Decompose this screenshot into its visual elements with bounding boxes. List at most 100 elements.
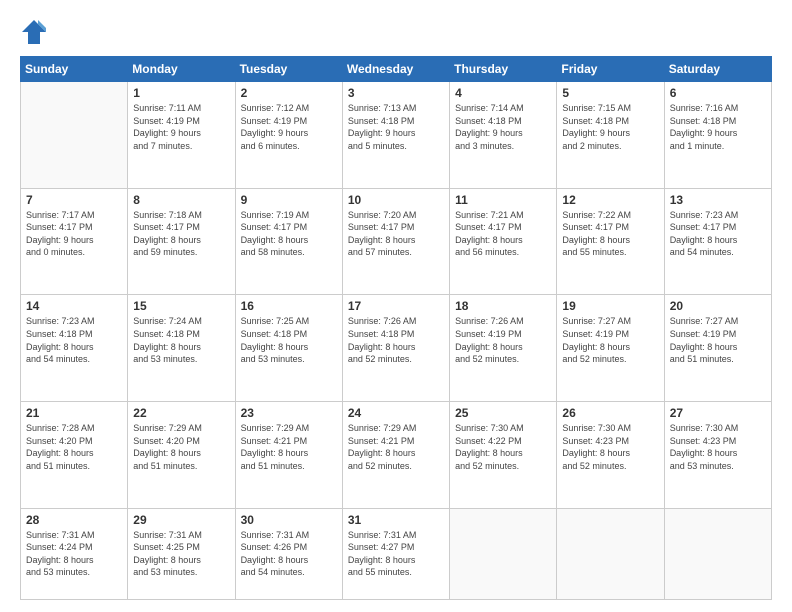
calendar-cell: 21Sunrise: 7:28 AM Sunset: 4:20 PM Dayli… [21,401,128,508]
calendar-cell: 15Sunrise: 7:24 AM Sunset: 4:18 PM Dayli… [128,295,235,402]
day-number: 6 [670,86,766,100]
day-info: Sunrise: 7:19 AM Sunset: 4:17 PM Dayligh… [241,209,337,259]
header [20,18,772,46]
calendar-cell: 6 Sunrise: 7:16 AM Sunset: 4:18 PM Daylig… [664,82,771,189]
day-info: Sunrise: 7:31 AM Sunset: 4:26 PM Dayligh… [241,529,337,579]
day-info: Sunrise: 7:31 AM Sunset: 4:27 PM Dayligh… [348,529,444,579]
day-info: Sunrise: 7:16 AM Sunset: 4:18 PM Dayligh… [670,102,766,152]
day-number: 7 [26,193,122,207]
calendar-cell: 11 Sunrise: 7:21 AM Sunset: 4:17 PM Dayli… [450,188,557,295]
day-info: Sunrise: 7:31 AM Sunset: 4:25 PM Dayligh… [133,529,229,579]
day-info: Sunrise: 7:22 AM Sunset: 4:17 PM Dayligh… [562,209,658,259]
day-number: 29 [133,513,229,527]
calendar-weekday-header: Wednesday [342,57,449,82]
calendar-cell: 2 Sunrise: 7:12 AM Sunset: 4:19 PM Daylig… [235,82,342,189]
calendar-table: SundayMondayTuesdayWednesdayThursdayFrid… [20,56,772,600]
calendar-cell [450,508,557,599]
calendar-cell: 13 Sunrise: 7:23 AM Sunset: 4:17 PM Dayli… [664,188,771,295]
calendar-cell: 25Sunrise: 7:30 AM Sunset: 4:22 PM Dayli… [450,401,557,508]
calendar-cell: 20 Sunrise: 7:27 AM Sunset: 4:19 PM Dayli… [664,295,771,402]
day-info: Sunrise: 7:12 AM Sunset: 4:19 PM Dayligh… [241,102,337,152]
calendar-weekday-header: Sunday [21,57,128,82]
day-number: 24 [348,406,444,420]
calendar-cell: 5 Sunrise: 7:15 AM Sunset: 4:18 PM Daylig… [557,82,664,189]
day-info: Sunrise: 7:13 AM Sunset: 4:18 PM Dayligh… [348,102,444,152]
day-number: 5 [562,86,658,100]
calendar-week-row: 28 Sunrise: 7:31 AM Sunset: 4:24 PM Dayli… [21,508,772,599]
calendar-cell [21,82,128,189]
day-number: 10 [348,193,444,207]
day-number: 22 [133,406,229,420]
calendar-weekday-header: Friday [557,57,664,82]
day-number: 8 [133,193,229,207]
day-info: Sunrise: 7:23 AM Sunset: 4:18 PM Dayligh… [26,315,122,365]
day-info: Sunrise: 7:31 AM Sunset: 4:24 PM Dayligh… [26,529,122,579]
day-info: Sunrise: 7:29 AM Sunset: 4:20 PM Dayligh… [133,422,229,472]
day-number: 3 [348,86,444,100]
day-info: Sunrise: 7:21 AM Sunset: 4:17 PM Dayligh… [455,209,551,259]
day-number: 2 [241,86,337,100]
calendar-cell: 26 Sunrise: 7:30 AM Sunset: 4:23 PM Dayli… [557,401,664,508]
day-info: Sunrise: 7:20 AM Sunset: 4:17 PM Dayligh… [348,209,444,259]
day-number: 26 [562,406,658,420]
day-number: 15 [133,299,229,313]
calendar-cell: 31 Sunrise: 7:31 AM Sunset: 4:27 PM Dayli… [342,508,449,599]
calendar-cell: 29 Sunrise: 7:31 AM Sunset: 4:25 PM Dayli… [128,508,235,599]
day-number: 16 [241,299,337,313]
calendar-weekday-header: Thursday [450,57,557,82]
day-number: 11 [455,193,551,207]
calendar-cell: 1 Sunrise: 7:11 AM Sunset: 4:19 PM Daylig… [128,82,235,189]
calendar-cell: 27Sunrise: 7:30 AM Sunset: 4:23 PM Dayli… [664,401,771,508]
day-number: 13 [670,193,766,207]
day-number: 4 [455,86,551,100]
day-info: Sunrise: 7:26 AM Sunset: 4:18 PM Dayligh… [348,315,444,365]
day-info: Sunrise: 7:30 AM Sunset: 4:23 PM Dayligh… [670,422,766,472]
calendar-cell: 17 Sunrise: 7:26 AM Sunset: 4:18 PM Dayli… [342,295,449,402]
calendar-cell: 19 Sunrise: 7:27 AM Sunset: 4:19 PM Dayli… [557,295,664,402]
day-info: Sunrise: 7:23 AM Sunset: 4:17 PM Dayligh… [670,209,766,259]
day-info: Sunrise: 7:11 AM Sunset: 4:19 PM Dayligh… [133,102,229,152]
day-number: 31 [348,513,444,527]
calendar-cell: 8 Sunrise: 7:18 AM Sunset: 4:17 PM Daylig… [128,188,235,295]
day-number: 20 [670,299,766,313]
calendar-cell: 3 Sunrise: 7:13 AM Sunset: 4:18 PM Daylig… [342,82,449,189]
calendar-cell: 4Sunrise: 7:14 AM Sunset: 4:18 PM Daylig… [450,82,557,189]
calendar-cell: 30 Sunrise: 7:31 AM Sunset: 4:26 PM Dayli… [235,508,342,599]
day-number: 17 [348,299,444,313]
day-info: Sunrise: 7:18 AM Sunset: 4:17 PM Dayligh… [133,209,229,259]
calendar-cell: 12 Sunrise: 7:22 AM Sunset: 4:17 PM Dayli… [557,188,664,295]
day-number: 23 [241,406,337,420]
calendar-cell: 28 Sunrise: 7:31 AM Sunset: 4:24 PM Dayli… [21,508,128,599]
calendar-cell: 9Sunrise: 7:19 AM Sunset: 4:17 PM Daylig… [235,188,342,295]
calendar-cell: 18Sunrise: 7:26 AM Sunset: 4:19 PM Dayli… [450,295,557,402]
day-info: Sunrise: 7:25 AM Sunset: 4:18 PM Dayligh… [241,315,337,365]
calendar-week-row: 14Sunrise: 7:23 AM Sunset: 4:18 PM Dayli… [21,295,772,402]
day-number: 18 [455,299,551,313]
calendar-week-row: 7 Sunrise: 7:17 AM Sunset: 4:17 PM Daylig… [21,188,772,295]
calendar-weekday-header: Tuesday [235,57,342,82]
day-number: 19 [562,299,658,313]
calendar-cell: 14Sunrise: 7:23 AM Sunset: 4:18 PM Dayli… [21,295,128,402]
day-info: Sunrise: 7:29 AM Sunset: 4:21 PM Dayligh… [241,422,337,472]
day-info: Sunrise: 7:17 AM Sunset: 4:17 PM Dayligh… [26,209,122,259]
day-info: Sunrise: 7:29 AM Sunset: 4:21 PM Dayligh… [348,422,444,472]
day-number: 21 [26,406,122,420]
calendar-week-row: 1 Sunrise: 7:11 AM Sunset: 4:19 PM Daylig… [21,82,772,189]
page: SundayMondayTuesdayWednesdayThursdayFrid… [0,0,792,612]
calendar-header-row: SundayMondayTuesdayWednesdayThursdayFrid… [21,57,772,82]
calendar-cell [557,508,664,599]
calendar-cell: 10 Sunrise: 7:20 AM Sunset: 4:17 PM Dayli… [342,188,449,295]
calendar-cell: 24 Sunrise: 7:29 AM Sunset: 4:21 PM Dayli… [342,401,449,508]
calendar-cell: 23 Sunrise: 7:29 AM Sunset: 4:21 PM Dayli… [235,401,342,508]
day-number: 28 [26,513,122,527]
day-info: Sunrise: 7:27 AM Sunset: 4:19 PM Dayligh… [670,315,766,365]
day-info: Sunrise: 7:30 AM Sunset: 4:23 PM Dayligh… [562,422,658,472]
day-info: Sunrise: 7:27 AM Sunset: 4:19 PM Dayligh… [562,315,658,365]
day-info: Sunrise: 7:15 AM Sunset: 4:18 PM Dayligh… [562,102,658,152]
day-number: 1 [133,86,229,100]
calendar-cell: 22 Sunrise: 7:29 AM Sunset: 4:20 PM Dayli… [128,401,235,508]
day-number: 30 [241,513,337,527]
day-number: 12 [562,193,658,207]
calendar-cell: 7 Sunrise: 7:17 AM Sunset: 4:17 PM Daylig… [21,188,128,295]
calendar-week-row: 21Sunrise: 7:28 AM Sunset: 4:20 PM Dayli… [21,401,772,508]
